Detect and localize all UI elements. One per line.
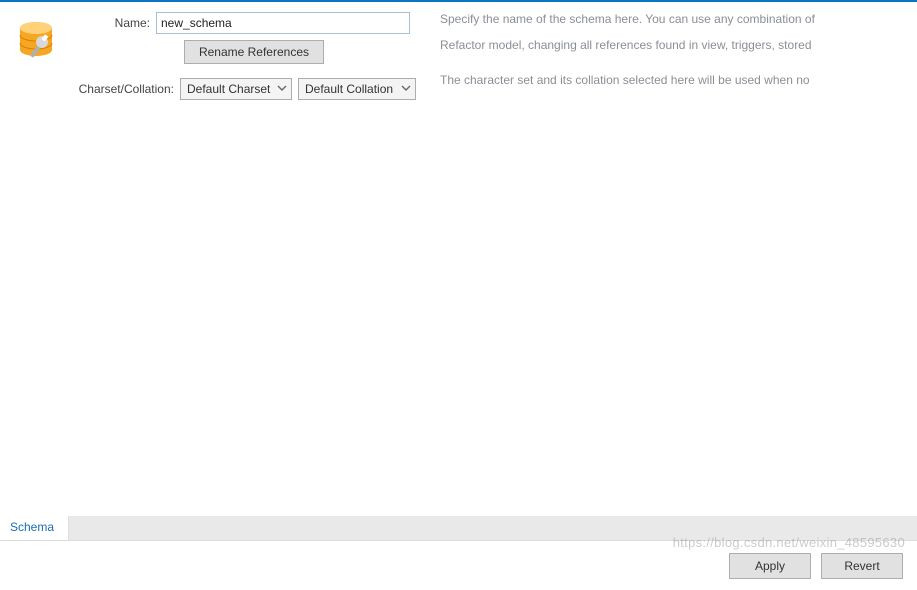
collation-select-value: Default Collation: [299, 79, 415, 96]
schema-editor-panel: Name: Rename References Charset/Collatio…: [0, 2, 917, 490]
charset-collation-row: Charset/Collation: Default Charset Defau…: [70, 78, 425, 100]
apply-button[interactable]: Apply: [729, 553, 811, 579]
collation-select[interactable]: Default Collation: [298, 78, 416, 100]
hint-column: Specify the name of the schema here. You…: [440, 12, 895, 109]
hint-rename: Refactor model, changing all references …: [440, 38, 895, 54]
schema-name-input[interactable]: [156, 12, 410, 34]
charset-collation-label: Charset/Collation:: [70, 82, 180, 96]
rename-references-button[interactable]: Rename References: [184, 40, 324, 64]
footer-bar: Apply Revert: [0, 540, 917, 590]
form-column: Name: Rename References Charset/Collatio…: [70, 12, 425, 106]
tab-schema[interactable]: Schema: [0, 516, 69, 540]
hint-name: Specify the name of the schema here. You…: [440, 12, 895, 28]
name-label: Name:: [70, 16, 156, 30]
schema-icon: [14, 16, 66, 68]
hint-charset: The character set and its collation sele…: [440, 73, 895, 89]
chevron-down-icon: [277, 82, 287, 96]
revert-button[interactable]: Revert: [821, 553, 903, 579]
charset-select[interactable]: Default Charset: [180, 78, 292, 100]
chevron-down-icon: [401, 82, 411, 96]
rename-row: Rename References: [70, 40, 425, 64]
name-row: Name:: [70, 12, 425, 34]
charset-select-value: Default Charset: [181, 79, 292, 96]
tab-strip: Schema: [0, 516, 917, 540]
